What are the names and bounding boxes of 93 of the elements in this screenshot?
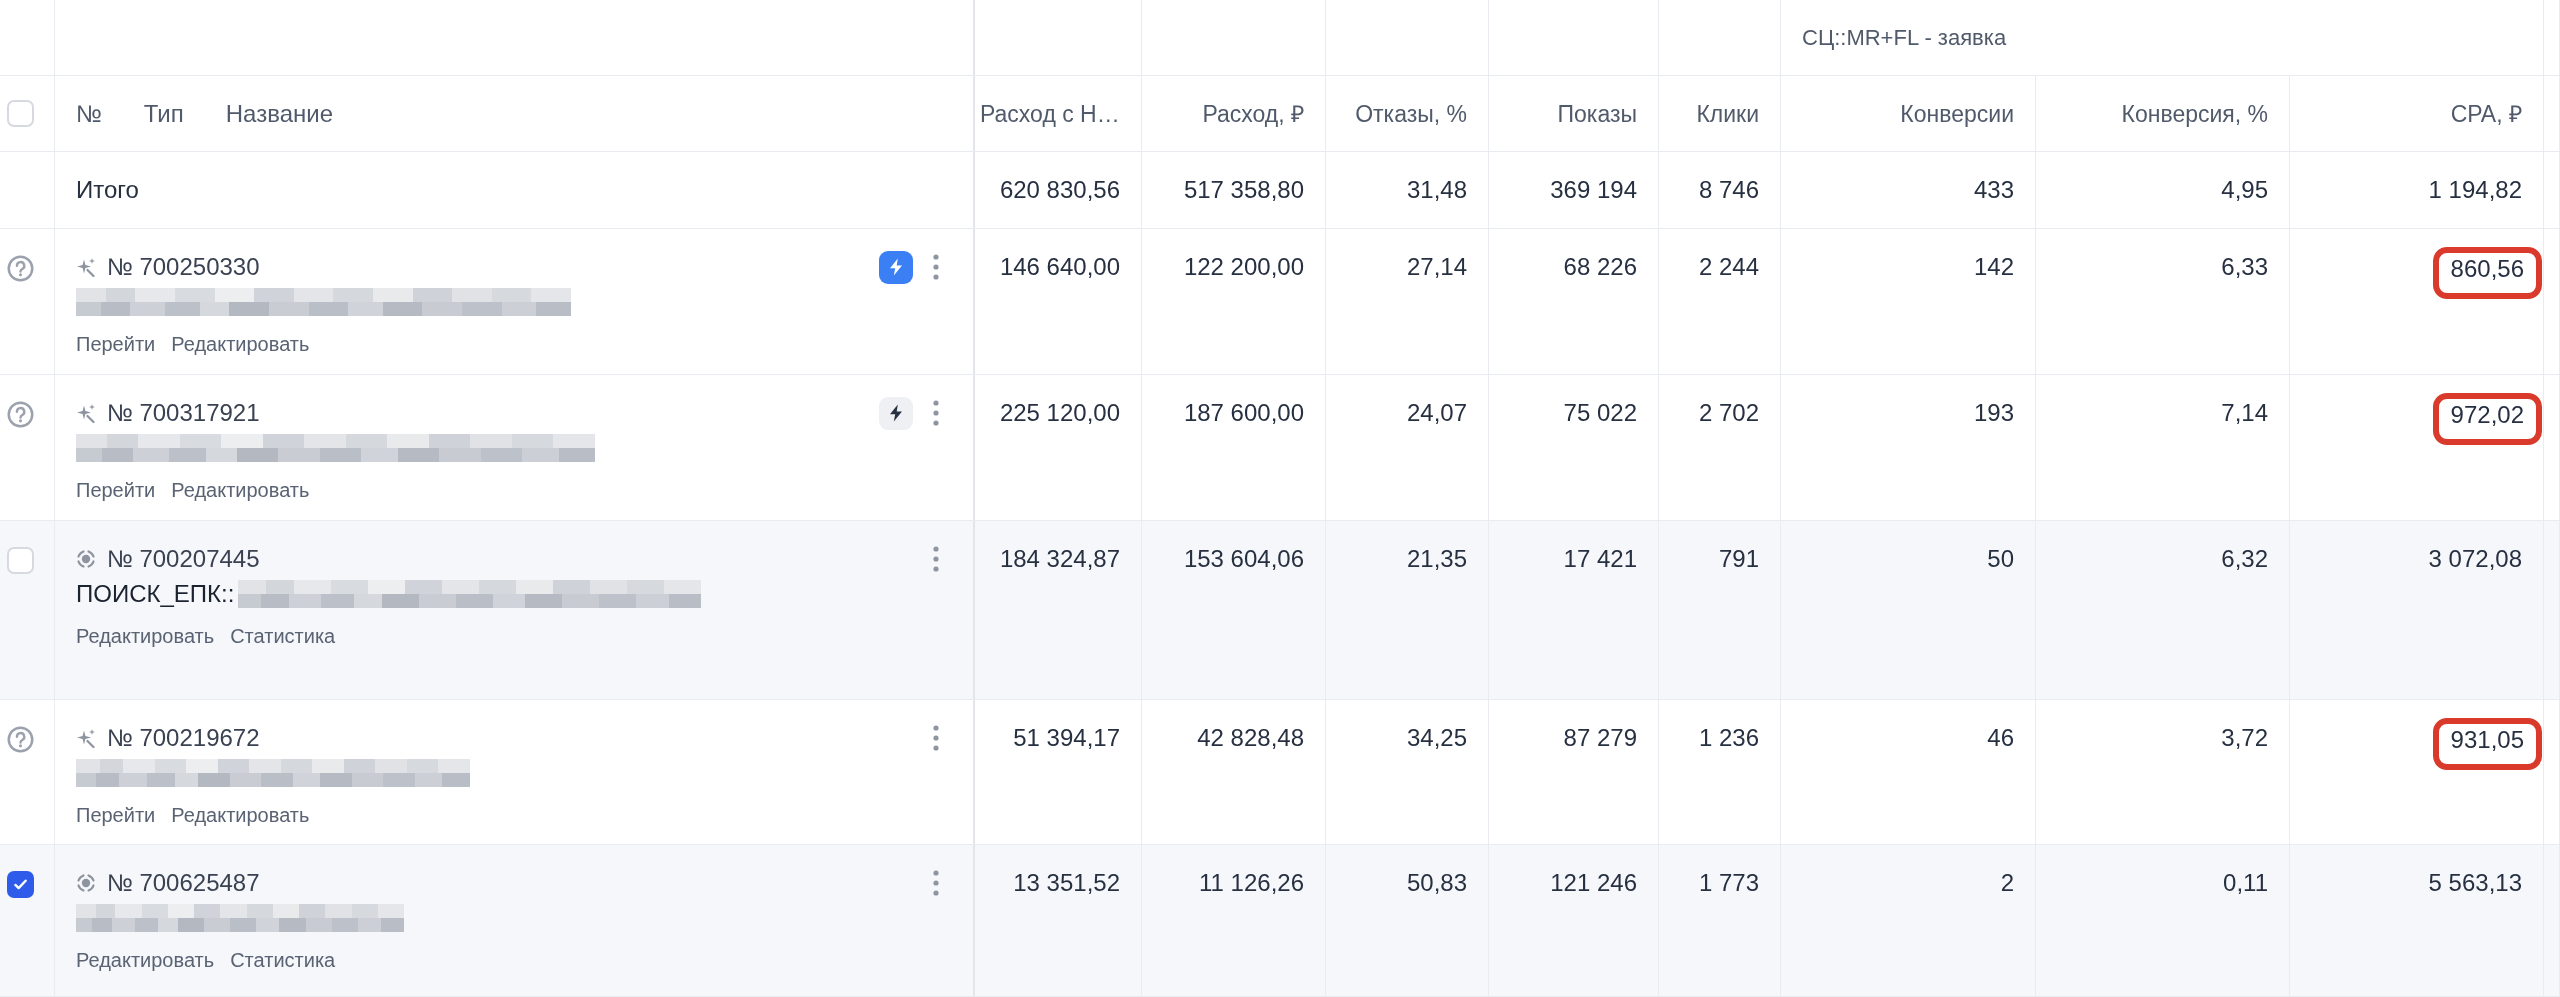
column-header[interactable]: Расход, ₽ (1202, 97, 1304, 130)
column-group-header: СЦ::MR+FL - заявка (1802, 23, 2007, 52)
table-cell-text: 369 194 (1550, 175, 1637, 205)
table-cell-text: 433 (1973, 175, 2014, 205)
column-header[interactable]: Клики (1696, 97, 1759, 130)
column-header[interactable]: Тип (143, 97, 184, 130)
table-cell-text: 0,11 (2223, 868, 2268, 898)
table-cell-text: 121 246 (1550, 868, 1637, 898)
lightning-icon[interactable] (879, 396, 913, 430)
total-label: Итого (76, 175, 139, 205)
action-link[interactable]: Редактировать (76, 946, 215, 974)
checkmark-icon (13, 877, 28, 892)
table-cell-text: 31,48 (1406, 175, 1467, 205)
table-cell-text: 51 394,17 (1013, 723, 1120, 753)
target-icon (76, 873, 96, 893)
table-cell-text: 6,32 (2221, 544, 2268, 574)
table-cell-text: 87 279 (1563, 723, 1637, 753)
table-cell-text: 122 200,00 (1183, 252, 1304, 282)
table-cell-text: 1 194,82 (2428, 175, 2522, 205)
campaign-number: № 700625487 (107, 868, 260, 898)
table-cell-text: 142 (1973, 252, 2014, 282)
sparkle-icon (76, 257, 96, 277)
campaign-name: ПОИСК_ЕПК:: (76, 579, 235, 609)
action-link[interactable]: Редактировать (76, 622, 215, 650)
action-link[interactable]: Статистика (230, 946, 336, 974)
table-cell-text: 3 072,08 (2428, 544, 2522, 574)
table-cell-text: 21,35 (1406, 544, 1467, 574)
table-cell-text: 68 226 (1563, 252, 1637, 282)
more-options-icon[interactable] (933, 725, 939, 751)
table-cell-text: 11 126,26 (1199, 868, 1304, 898)
more-options-icon[interactable] (933, 254, 939, 280)
checkbox[interactable] (7, 871, 34, 898)
table-cell-text: 50,83 (1406, 868, 1467, 898)
help-icon[interactable] (7, 726, 34, 753)
target-icon (76, 549, 96, 569)
more-options-icon[interactable] (933, 546, 939, 572)
highlighted-value: 931,05 (2432, 718, 2542, 770)
campaign-number: № 700207445 (107, 544, 260, 574)
table-cell-text: 193 (1973, 398, 2014, 428)
column-header[interactable]: Отказы, % (1355, 97, 1467, 130)
table-cell-text: 620 830,56 (999, 175, 1120, 205)
column-header[interactable]: Расход с Н… (980, 97, 1120, 130)
column-header[interactable]: № (76, 97, 102, 130)
column-header[interactable]: Название (225, 97, 333, 130)
table-cell-text: 17 421 (1563, 544, 1637, 574)
more-options-icon[interactable] (933, 400, 939, 426)
table-cell-text: 153 604,06 (1183, 544, 1304, 574)
action-link[interactable]: Редактировать (171, 801, 310, 829)
table-cell-text: 3,72 (2221, 723, 2268, 753)
action-link[interactable]: Перейти (76, 476, 156, 504)
campaign-number: № 700250330 (107, 252, 260, 282)
column-header[interactable]: Конверсия, % (2121, 97, 2268, 130)
table-cell-text: 24,07 (1406, 398, 1467, 428)
table-cell-text: 2 702 (1698, 398, 1759, 428)
table-cell-text: 42 828,48 (1197, 723, 1304, 753)
table-cell-text: 187 600,00 (1183, 398, 1304, 428)
sparkle-icon (76, 728, 96, 748)
action-link[interactable]: Перейти (76, 801, 156, 829)
table-cell-text: 4,95 (2221, 175, 2268, 205)
campaign-number: № 700219672 (107, 723, 260, 753)
sparkle-icon (76, 403, 96, 423)
action-link[interactable]: Перейти (76, 330, 156, 358)
table-cell-text: 2 (2000, 868, 2014, 898)
table-cell-text: 2 244 (1698, 252, 1759, 282)
column-header[interactable]: Показы (1557, 97, 1637, 130)
table-cell-text: 184 324,87 (999, 544, 1120, 574)
table-cell-text: 13 351,52 (1013, 868, 1120, 898)
table-cell-text: 75 022 (1563, 398, 1637, 428)
action-link[interactable]: Редактировать (171, 476, 310, 504)
more-options-icon[interactable] (933, 870, 939, 896)
table-cell-text: 146 640,00 (999, 252, 1120, 282)
table-cell-text: 50 (1987, 544, 2014, 574)
action-link[interactable]: Редактировать (171, 330, 310, 358)
table-cell-text: 225 120,00 (999, 398, 1120, 428)
campaign-number: № 700317921 (107, 398, 260, 428)
table-cell-text: 5 563,13 (2428, 868, 2522, 898)
table-cell-text: 34,25 (1406, 723, 1467, 753)
table-cell-text: 46 (1987, 723, 2014, 753)
table-cell-text: 6,33 (2221, 252, 2268, 282)
table-cell-text: 8 746 (1698, 175, 1759, 205)
column-header[interactable]: CPA, ₽ (2450, 97, 2522, 130)
table-cell-text: 27,14 (1406, 252, 1467, 282)
table-cell-text: 517 358,80 (1183, 175, 1304, 205)
table-cell-text: 1 236 (1698, 723, 1759, 753)
table-cell-text: 1 773 (1698, 868, 1759, 898)
action-link[interactable]: Статистика (230, 622, 336, 650)
highlighted-value: 972,02 (2432, 393, 2542, 445)
help-icon[interactable] (7, 401, 34, 428)
table-cell-text: 791 (1718, 544, 1759, 574)
table-cell-text: 7,14 (2221, 398, 2268, 428)
help-icon[interactable] (7, 255, 34, 282)
highlighted-value: 860,56 (2432, 247, 2542, 299)
column-header[interactable]: Конверсии (1900, 97, 2014, 130)
